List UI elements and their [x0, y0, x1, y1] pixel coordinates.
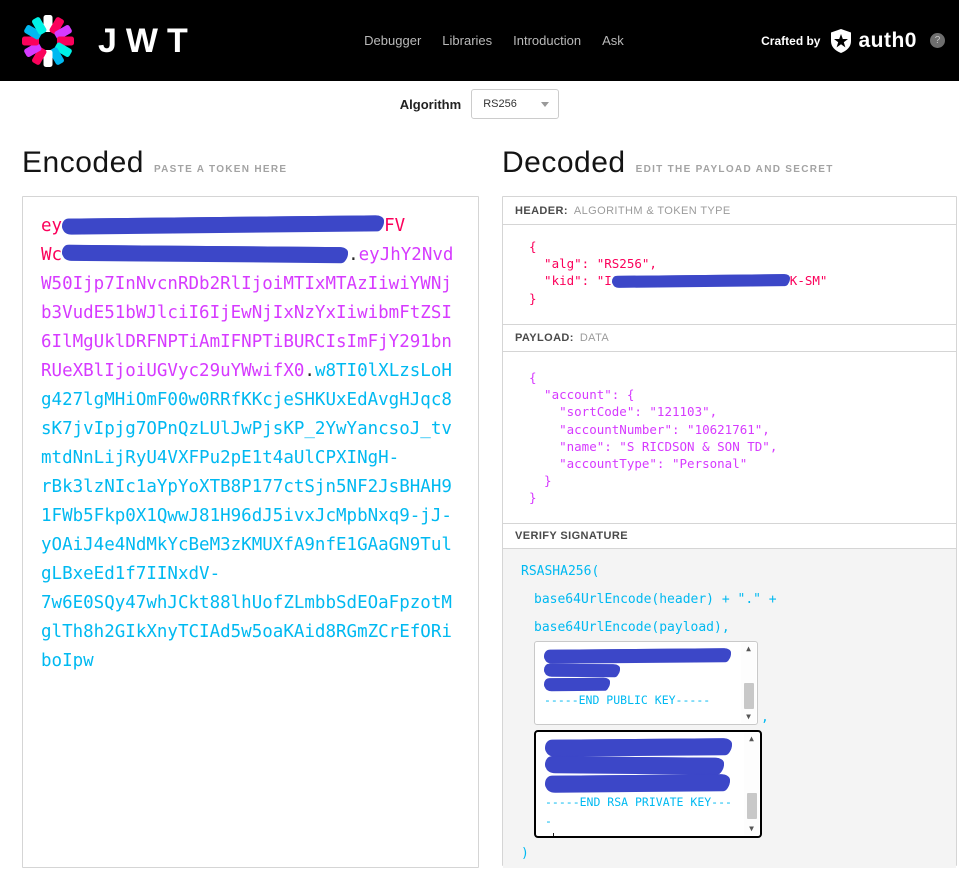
- redaction-scribble: [545, 774, 730, 792]
- nav-item-libraries[interactable]: Libraries: [442, 33, 492, 48]
- private-key-footer: -----END RSA PRIVATE KEY----: [545, 793, 738, 831]
- nav-item-introduction[interactable]: Introduction: [513, 33, 581, 48]
- redaction-scribble: [62, 215, 384, 233]
- payload-json-editor[interactable]: { "account": { "sortCode": "121103", "ac…: [503, 352, 956, 524]
- encoded-subtitle: PASTE A TOKEN HERE: [154, 164, 287, 175]
- payload-strip-subtitle: DATA: [580, 332, 609, 344]
- nav-item-ask[interactable]: Ask: [602, 33, 624, 48]
- private-key-scrollbar[interactable]: ▲ ▼: [744, 733, 759, 835]
- private-key-textarea[interactable]: -----END RSA PRIVATE KEY---- - ▲ ▼: [534, 730, 762, 838]
- auth0-link[interactable]: auth0: [829, 28, 917, 54]
- redaction-scribble: [544, 648, 731, 663]
- public-key-comma: ,: [761, 710, 769, 725]
- algorithm-label: Algorithm: [400, 97, 461, 112]
- encoded-title: Encoded: [22, 146, 144, 180]
- signature-close-paren: ): [521, 838, 942, 868]
- algorithm-selected-value: RS256: [483, 98, 517, 110]
- encoded-token-input[interactable]: eyFVWc.eyJhY2NvdW50Ijp7InNvcnRDb2RlIjoiM…: [22, 196, 479, 868]
- auth0-logo-icon: [829, 28, 853, 54]
- payload-strip-label: PAYLOAD:: [515, 332, 574, 344]
- algorithm-select[interactable]: RS256: [471, 89, 559, 119]
- main-nav: Debugger Libraries Introduction Ask: [334, 33, 624, 48]
- brand-wordmark: JWT: [98, 24, 197, 58]
- scrollbar-thumb[interactable]: [744, 683, 754, 709]
- question-icon: ?: [935, 35, 941, 46]
- crafted-by-label: Crafted by: [761, 34, 820, 48]
- header-strip-label: HEADER:: [515, 205, 568, 217]
- jwt-home-link[interactable]: JWT: [22, 15, 197, 67]
- redaction-scribble: [545, 756, 725, 774]
- algorithm-row: Algorithm RS256: [0, 88, 959, 120]
- redaction-scribble: [62, 245, 348, 262]
- encoded-token-text: eyFVWc.eyJhY2NvdW50Ijp7InNvcnRDb2RlIjoiM…: [41, 212, 462, 676]
- navbar: JWT Debugger Libraries Introduction Ask Cra…: [0, 0, 959, 81]
- redaction-scribble: [544, 678, 610, 691]
- decoded-subtitle: EDIT THE PAYLOAD AND SECRET: [636, 164, 834, 175]
- decoded-heading: Decoded EDIT THE PAYLOAD AND SECRET: [502, 146, 834, 180]
- private-key-cursor-line: -: [545, 831, 738, 838]
- signature-arg-lines: base64UrlEncode(header) + "." +base64Url…: [521, 585, 942, 641]
- text-caret: [553, 833, 555, 838]
- header-strip: HEADER: ALGORITHM & TOKEN TYPE: [503, 197, 956, 225]
- redaction-scribble: [545, 738, 732, 756]
- header-strip-subtitle: ALGORITHM & TOKEN TYPE: [574, 205, 731, 217]
- nav-item-debugger[interactable]: Debugger: [364, 33, 421, 48]
- jwt-logo-icon: [22, 15, 74, 67]
- auth0-wordmark: auth0: [858, 29, 917, 53]
- decoded-panel: HEADER: ALGORITHM & TOKEN TYPE { "alg": …: [502, 196, 957, 866]
- verify-signature-label: VERIFY SIGNATURE: [515, 530, 628, 542]
- public-key-scrollbar[interactable]: ▲ ▼: [741, 643, 756, 723]
- redaction-scribble: [612, 274, 790, 287]
- chevron-down-icon: [541, 102, 549, 107]
- scrollbar-down-icon[interactable]: ▼: [746, 712, 751, 722]
- public-key-redacted-content: [544, 649, 735, 690]
- payload-strip: PAYLOAD: DATA: [503, 325, 956, 352]
- redaction-scribble: [544, 664, 620, 677]
- scrollbar-thumb[interactable]: [747, 793, 757, 819]
- private-key-redacted-content: [545, 739, 738, 791]
- scrollbar-down-icon[interactable]: ▼: [749, 824, 754, 834]
- decoded-title: Decoded: [502, 146, 626, 180]
- help-button[interactable]: ?: [930, 33, 945, 48]
- public-key-footer: -----END PUBLIC KEY-----: [544, 692, 735, 708]
- verify-signature-strip: VERIFY SIGNATURE: [503, 524, 956, 549]
- encoded-heading: Encoded PASTE A TOKEN HERE: [22, 146, 287, 180]
- signature-fn-open: RSASHA256(: [521, 557, 942, 585]
- scrollbar-up-icon[interactable]: ▲: [746, 644, 751, 654]
- header-json-editor[interactable]: { "alg": "RS256", "kid": "IK-SM"}: [503, 225, 956, 325]
- verify-signature-section: RSASHA256( base64UrlEncode(header) + "."…: [503, 549, 956, 868]
- public-key-textarea[interactable]: -----END PUBLIC KEY----- ▲ ▼: [534, 641, 758, 725]
- scrollbar-up-icon[interactable]: ▲: [749, 734, 754, 744]
